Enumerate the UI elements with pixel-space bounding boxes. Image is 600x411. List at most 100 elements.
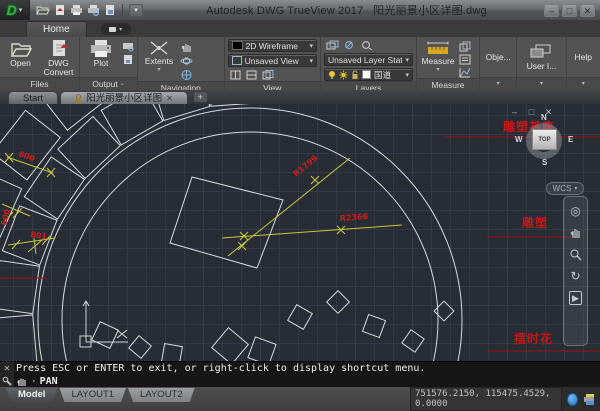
dim-label-r2366: R2366	[340, 212, 369, 223]
named-view-dropdown[interactable]: Unsaved View ▾	[228, 54, 317, 67]
chevron-down-icon: ▾	[436, 66, 439, 73]
layer-state-dropdown[interactable]: Unsaved Layer State ▾	[324, 53, 413, 66]
user-interface-button[interactable]: User I...	[517, 37, 565, 77]
panel-object: Obje... ▾	[480, 37, 517, 90]
open-icon[interactable]	[36, 4, 50, 16]
new-tab-button[interactable]: +	[193, 91, 208, 103]
tab-model[interactable]: Model	[6, 388, 57, 402]
minimize-button[interactable]: –	[544, 4, 559, 17]
file-tab-bar: Start 阳光丽景小区详图 ✕ +	[0, 90, 600, 104]
tab-home[interactable]: Home	[26, 21, 87, 37]
open-folder-icon	[9, 39, 33, 59]
layer-freeze-icon[interactable]	[360, 40, 373, 50]
viewcube-top-face[interactable]: TOP	[532, 129, 557, 150]
dwg-convert-icon[interactable]	[54, 4, 66, 16]
preview-icon[interactable]	[87, 4, 100, 16]
pan-icon[interactable]	[180, 41, 193, 53]
dwg-convert-label-2: Convert	[44, 68, 74, 77]
viewport-join-icon[interactable]	[246, 70, 258, 80]
plot-icon[interactable]	[70, 4, 83, 16]
viewcube-east[interactable]: E	[568, 135, 573, 144]
viewcube-west[interactable]: W	[515, 135, 523, 144]
object-panel-flyout[interactable]: ▾	[480, 77, 516, 90]
layer-properties-icon[interactable]	[326, 40, 339, 50]
viewcube-south[interactable]: S	[542, 158, 547, 167]
help-flyout[interactable]: ▾	[567, 77, 600, 90]
ribbon-state-icon	[109, 27, 116, 32]
chevron-down-icon: ▾	[157, 66, 160, 73]
layer-color-swatch	[362, 70, 371, 79]
layer-dropdown[interactable]: 国道 ▾	[324, 68, 413, 81]
user-interface-flyout[interactable]: ▾	[517, 77, 565, 90]
visual-style-dropdown[interactable]: 2D Wireframe ▾	[228, 39, 317, 52]
application-menu-button[interactable]: D ▾	[0, 0, 30, 20]
measure-button[interactable]: Measure ▾	[420, 39, 456, 78]
dim-label-801: 801	[30, 230, 48, 241]
zoom-tool-icon[interactable]	[569, 248, 582, 261]
window-controls: – □ ✕	[544, 4, 600, 17]
plot-button[interactable]: Plot	[83, 39, 119, 77]
chevron-down-icon: ▾	[19, 6, 23, 14]
panel-view: 2D Wireframe ▾ Unsaved View ▾ View	[225, 37, 321, 90]
chevron-down-icon: ▾	[574, 185, 577, 192]
batch-plot-icon[interactable]	[122, 41, 134, 52]
app-logo-icon: D	[7, 1, 17, 19]
tab-active-drawing[interactable]: 阳光丽景小区详图 ✕	[60, 91, 188, 104]
graphics-performance-icon[interactable]	[567, 393, 578, 406]
navigation-bar: ◎ ↻ ▶	[563, 196, 588, 346]
command-line-panel: ····· ✕ Press ESC or ENTER to exit, or r…	[0, 361, 600, 387]
measure-label: Measure	[421, 57, 454, 66]
tab-layout2[interactable]: LAYOUT2	[128, 388, 195, 402]
visual-style-thumbnail-icon	[232, 41, 243, 50]
chevron-down-icon: ▾	[134, 6, 138, 14]
ribbon: Open DWG Convert Files Plot	[0, 37, 600, 90]
viewcube[interactable]: N W E S TOP	[515, 114, 573, 180]
dwg-convert-button[interactable]: DWG Convert	[41, 39, 76, 77]
wcs-menu[interactable]: WCS ▾	[546, 182, 584, 195]
app-title: Autodesk DWG TrueView 2017	[206, 5, 363, 17]
drawing-canvas[interactable]: R1799 R2366 600 600 801 雕塑基座 雕塑 摆时花 – □ …	[0, 104, 600, 361]
chevron-down-icon: ▾	[540, 78, 543, 90]
document-name: 阳光丽景小区详图.dwg	[373, 5, 487, 17]
measure-ruler-icon	[425, 39, 451, 57]
plot-notification-icon[interactable]	[583, 393, 594, 406]
tab-layout1[interactable]: LAYOUT1	[59, 388, 126, 402]
pan-tool-icon[interactable]	[569, 226, 582, 239]
copy-settings-icon[interactable]	[459, 41, 471, 52]
chevron-down-icon: ▾	[405, 56, 409, 64]
panel-user-interface: User I... ▾	[517, 37, 566, 90]
plot-preview-icon[interactable]	[122, 54, 134, 65]
viewport-config-icon[interactable]	[230, 70, 242, 80]
steering-wheel-icon[interactable]	[180, 69, 193, 81]
publish-icon[interactable]	[104, 4, 116, 16]
quick-calc-icon[interactable]	[459, 67, 471, 78]
maximize-button[interactable]: □	[562, 4, 577, 17]
customize-wrench-icon[interactable]	[2, 376, 12, 386]
dialog-launcher-icon[interactable]: ⌄	[120, 78, 125, 90]
chevron-down-icon: ▾	[309, 57, 313, 65]
viewport-restore-icon[interactable]	[262, 70, 274, 80]
panel-navigation: Extents ▾ Navigation	[138, 37, 225, 90]
ribbon-display-toggle[interactable]: ▾	[101, 23, 131, 35]
list-icon[interactable]	[459, 54, 471, 65]
full-navigation-wheel-icon[interactable]: ◎	[570, 205, 580, 217]
object-panel-button[interactable]: Obje...	[480, 37, 516, 77]
tab-start[interactable]: Start	[8, 91, 58, 104]
close-button[interactable]: ✕	[580, 4, 595, 17]
close-command-window-icon[interactable]: ✕	[4, 364, 11, 373]
orbit-tool-icon[interactable]: ↻	[570, 270, 580, 282]
drawing-geometry: R1799 R2366 600 600 801	[0, 104, 600, 361]
orbit-icon[interactable]	[180, 55, 193, 67]
viewcube-north[interactable]: N	[541, 113, 547, 122]
open-button[interactable]: Open	[3, 39, 38, 77]
showmotion-icon[interactable]: ▶	[569, 291, 582, 305]
plot-printer-icon	[88, 39, 114, 59]
zoom-extents-button[interactable]: Extents ▾	[141, 39, 177, 81]
help-button[interactable]: Help	[567, 37, 600, 77]
toolbar-separator	[122, 4, 123, 16]
qat-customize-button[interactable]: ▾	[129, 4, 143, 17]
title-bar: D ▾ ▾ Autodesk DWG TrueView 2017 阳光丽景小区详…	[0, 0, 600, 20]
chevron-down-icon: ▾	[405, 71, 409, 79]
close-tab-icon[interactable]: ✕	[166, 92, 173, 105]
layer-on-icon[interactable]	[343, 40, 356, 50]
